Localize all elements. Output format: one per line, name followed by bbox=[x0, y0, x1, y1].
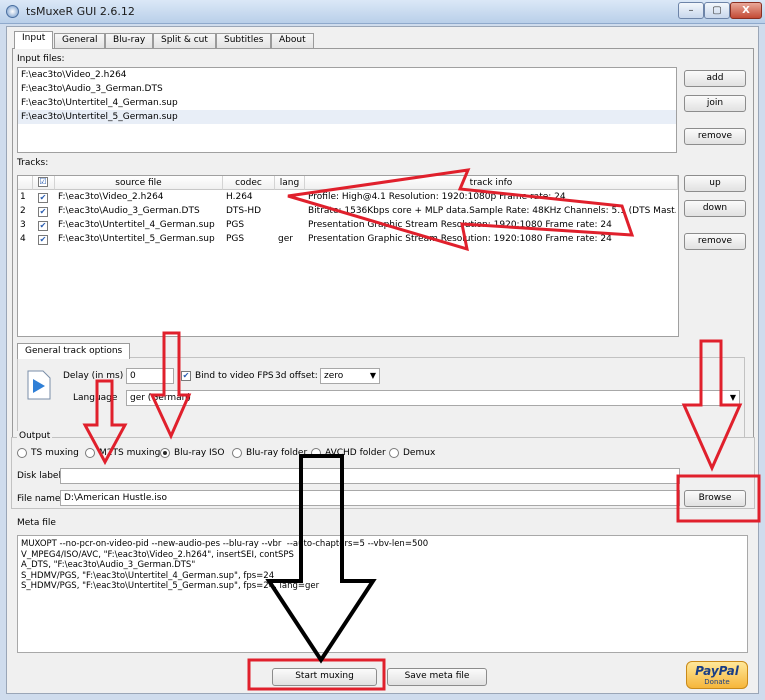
tab-input[interactable]: Input bbox=[14, 31, 54, 49]
main-window: Input General Blu-ray Split & cut Subtit… bbox=[6, 26, 759, 694]
list-item[interactable]: F:\eac3to\Video_2.h264 bbox=[18, 68, 676, 82]
chevron-down-icon: ▼ bbox=[369, 371, 376, 380]
output-title: Output bbox=[17, 431, 53, 441]
tab-general-track-options[interactable]: General track options bbox=[17, 343, 131, 359]
close-button[interactable]: X bbox=[730, 2, 762, 19]
column-header-lang[interactable]: lang bbox=[275, 176, 305, 190]
radio-demux-label: Demux bbox=[403, 448, 436, 458]
window-title: tsMuxeR GUI 2.6.12 bbox=[26, 5, 135, 18]
header-check-all[interactable]: ☑ bbox=[33, 176, 55, 190]
list-item[interactable]: F:\eac3to\Audio_3_German.DTS bbox=[18, 82, 676, 96]
table-row[interactable]: 1 ✔ F:\eac3to\Video_2.h264 H.264 Profile… bbox=[18, 191, 678, 205]
meta-file-text[interactable]: MUXOPT --no-pcr-on-video-pid --new-audio… bbox=[17, 535, 748, 653]
input-files-list[interactable]: F:\eac3to\Video_2.h264 F:\eac3to\Audio_3… bbox=[17, 67, 677, 153]
down-button[interactable]: down bbox=[684, 200, 746, 217]
meta-file-title: Meta file bbox=[17, 518, 56, 528]
minimize-button[interactable]: – bbox=[678, 2, 704, 19]
bind-fps-label: Bind to video FPS bbox=[195, 371, 274, 381]
radio-bluray-iso[interactable] bbox=[160, 448, 170, 458]
remove-file-button[interactable]: remove bbox=[684, 128, 746, 145]
file-name-input[interactable]: D:\American Hustle.iso bbox=[60, 490, 680, 506]
radio-m2ts-muxing[interactable] bbox=[85, 448, 95, 458]
radio-bluray-iso-label: Blu-ray ISO bbox=[174, 448, 225, 458]
delay-label: Delay (in ms) bbox=[63, 371, 124, 381]
paypal-logo: PayPal bbox=[695, 664, 739, 678]
column-header-info[interactable]: track info bbox=[305, 176, 678, 190]
table-row[interactable]: 3 ✔ F:\eac3to\Untertitel_4_German.sup PG… bbox=[18, 219, 678, 233]
offset-select[interactable]: zero ▼ bbox=[320, 368, 380, 384]
tracks-table[interactable]: ☑ source file codec lang track info 1 ✔ … bbox=[17, 175, 679, 337]
radio-bluray-folder[interactable] bbox=[232, 448, 242, 458]
language-select[interactable]: ger (German) ▼ bbox=[126, 390, 740, 406]
radio-ts-muxing-label: TS muxing bbox=[31, 448, 79, 458]
add-button[interactable]: add bbox=[684, 70, 746, 87]
track-checkbox[interactable]: ✔ bbox=[38, 193, 48, 203]
radio-m2ts-muxing-label: M2TS muxing bbox=[99, 448, 161, 458]
column-header-source[interactable]: source file bbox=[55, 176, 223, 190]
list-item[interactable]: F:\eac3to\Untertitel_5_German.sup bbox=[18, 110, 676, 124]
start-muxing-button[interactable]: Start muxing bbox=[272, 668, 377, 686]
radio-demux[interactable] bbox=[389, 448, 399, 458]
language-label: Language bbox=[73, 393, 118, 403]
title-bar: tsMuxeR GUI 2.6.12 – ▢ X bbox=[0, 0, 765, 24]
tab-about[interactable]: About bbox=[271, 33, 314, 48]
tab-general[interactable]: General bbox=[54, 33, 106, 48]
chevron-down-icon: ▼ bbox=[729, 393, 736, 402]
paypal-donate-button[interactable]: PayPal Donate bbox=[686, 661, 748, 689]
table-row[interactable]: 4 ✔ F:\eac3to\Untertitel_5_German.sup PG… bbox=[18, 233, 678, 247]
list-item[interactable]: F:\eac3to\Untertitel_4_German.sup bbox=[18, 96, 676, 110]
tab-blu-ray[interactable]: Blu-ray bbox=[105, 33, 154, 48]
delay-input[interactable]: 0 bbox=[126, 368, 174, 384]
radio-ts-muxing[interactable] bbox=[17, 448, 27, 458]
browse-button[interactable]: Browse bbox=[684, 490, 746, 507]
track-checkbox[interactable]: ✔ bbox=[38, 221, 48, 231]
radio-avchd-folder[interactable] bbox=[311, 448, 321, 458]
up-button[interactable]: up bbox=[684, 175, 746, 192]
track-checkbox[interactable]: ✔ bbox=[38, 235, 48, 245]
maximize-button[interactable]: ▢ bbox=[704, 2, 730, 19]
table-row[interactable]: 2 ✔ F:\eac3to\Audio_3_German.DTS DTS-HD … bbox=[18, 205, 678, 219]
app-icon bbox=[6, 5, 19, 18]
tab-split-cut[interactable]: Split & cut bbox=[153, 33, 216, 48]
disk-label-input[interactable] bbox=[60, 468, 680, 484]
disk-label-label: Disk label bbox=[17, 471, 61, 481]
file-name-label: File name bbox=[17, 494, 61, 504]
check-all-checkbox[interactable]: ☑ bbox=[38, 177, 48, 187]
remove-track-button[interactable]: remove bbox=[684, 233, 746, 250]
tab-subtitles[interactable]: Subtitles bbox=[216, 33, 272, 48]
column-header-codec[interactable]: codec bbox=[223, 176, 275, 190]
offset-label: 3d offset: bbox=[275, 371, 318, 381]
save-meta-file-button[interactable]: Save meta file bbox=[387, 668, 487, 686]
bind-fps-checkbox[interactable]: ✔ bbox=[181, 371, 191, 381]
track-icon bbox=[27, 370, 51, 400]
donate-label: Donate bbox=[704, 678, 730, 686]
track-checkbox[interactable]: ✔ bbox=[38, 207, 48, 217]
tracks-label: Tracks: bbox=[17, 158, 49, 168]
input-files-label: Input files: bbox=[17, 54, 65, 64]
radio-avchd-folder-label: AVCHD folder bbox=[325, 448, 386, 458]
radio-bluray-folder-label: Blu-ray folder bbox=[246, 448, 308, 458]
join-button[interactable]: join bbox=[684, 95, 746, 112]
